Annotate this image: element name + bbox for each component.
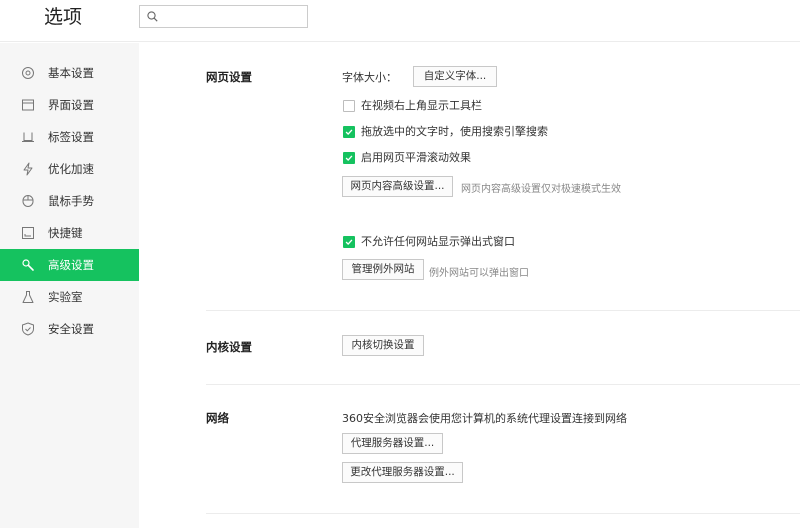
sidebar-item-interface[interactable]: 界面设置 (0, 89, 139, 121)
sidebar-item-tabs[interactable]: 标签设置 (0, 121, 139, 153)
lightning-icon (23, 162, 33, 176)
search-icon (147, 11, 158, 22)
section-title-network: 网络 (206, 411, 229, 425)
app-title: 选项 (44, 6, 83, 28)
network-description: 360安全浏览器会使用您计算机的系统代理设置连接到网络 (342, 412, 627, 425)
tab-icon (22, 132, 34, 142)
manage-exceptions-hint: 例外网站可以弹出窗口 (429, 268, 529, 279)
sidebar-item-label: 快捷键 (48, 226, 83, 240)
mouse-icon (22, 195, 34, 207)
change-proxy-button[interactable]: 更改代理服务器设置... (342, 462, 463, 483)
divider (206, 310, 800, 311)
gear-icon (22, 67, 34, 79)
window-icon (22, 99, 34, 111)
checkbox-label: 拖放选中的文字时，使用搜索引擎搜索 (361, 125, 548, 138)
section-title-kernel: 内核设置 (206, 340, 252, 354)
keyboard-icon (22, 227, 34, 239)
checkbox-label: 在视频右上角显示工具栏 (361, 99, 482, 112)
sidebar-item-label: 安全设置 (48, 322, 94, 336)
sidebar-item-optimize[interactable]: 优化加速 (0, 153, 139, 185)
sidebar-item-label: 界面设置 (48, 98, 94, 112)
custom-font-button[interactable]: 自定义字体... (413, 66, 497, 87)
divider (206, 513, 800, 514)
shield-icon (22, 322, 34, 336)
sidebar-item-label: 鼠标手势 (48, 194, 94, 208)
header: 选项 (0, 0, 800, 42)
sidebar-item-label: 高级设置 (48, 258, 94, 272)
sidebar-item-shortcuts[interactable]: 快捷键 (0, 217, 139, 249)
checkbox[interactable] (343, 126, 355, 138)
advanced-content-hint: 网页内容高级设置仅对极速模式生效 (461, 184, 621, 195)
check-icon (345, 239, 353, 246)
sidebar-item-label: 实验室 (48, 290, 83, 304)
font-size-label: 字体大小： (342, 71, 397, 84)
checkbox-label: 启用网页平滑滚动效果 (361, 151, 471, 164)
section-title-webpage: 网页设置 (206, 70, 252, 84)
manage-exceptions-button[interactable]: 管理例外网站 (342, 259, 424, 280)
check-icon (345, 129, 353, 136)
proxy-settings-button[interactable]: 代理服务器设置... (342, 433, 443, 454)
sidebar-item-lab[interactable]: 实验室 (0, 281, 139, 313)
checkbox[interactable] (343, 100, 355, 112)
kernel-switch-button[interactable]: 内核切换设置 (342, 335, 424, 356)
main-content: 网页设置 字体大小： 自定义字体... 在视频右上角显示工具栏 拖放选中的文字时… (139, 43, 800, 528)
sidebar-item-label: 标签设置 (48, 130, 94, 144)
sidebar-item-basic[interactable]: 基本设置 (0, 57, 139, 89)
sidebar-item-advanced[interactable]: 高级设置 (0, 249, 139, 281)
search-box[interactable] (139, 5, 308, 28)
checkbox-label: 不允许任何网站显示弹出式窗口 (361, 235, 515, 248)
wrench-icon (22, 259, 34, 271)
sidebar-item-label: 基本设置 (48, 66, 94, 80)
sidebar: 基本设置 界面设置 标签设置 优化加速 鼠标手势 快捷键 高级设置 实验室 安全… (0, 43, 139, 528)
advanced-content-button[interactable]: 网页内容高级设置... (342, 176, 453, 197)
sidebar-item-mouse-gesture[interactable]: 鼠标手势 (0, 185, 139, 217)
sidebar-item-label: 优化加速 (48, 162, 94, 176)
check-icon (345, 155, 353, 162)
checkbox[interactable] (343, 152, 355, 164)
checkbox[interactable] (343, 236, 355, 248)
search-input[interactable] (162, 8, 302, 25)
flask-icon (22, 291, 34, 303)
divider (206, 384, 800, 385)
sidebar-item-security[interactable]: 安全设置 (0, 313, 139, 345)
